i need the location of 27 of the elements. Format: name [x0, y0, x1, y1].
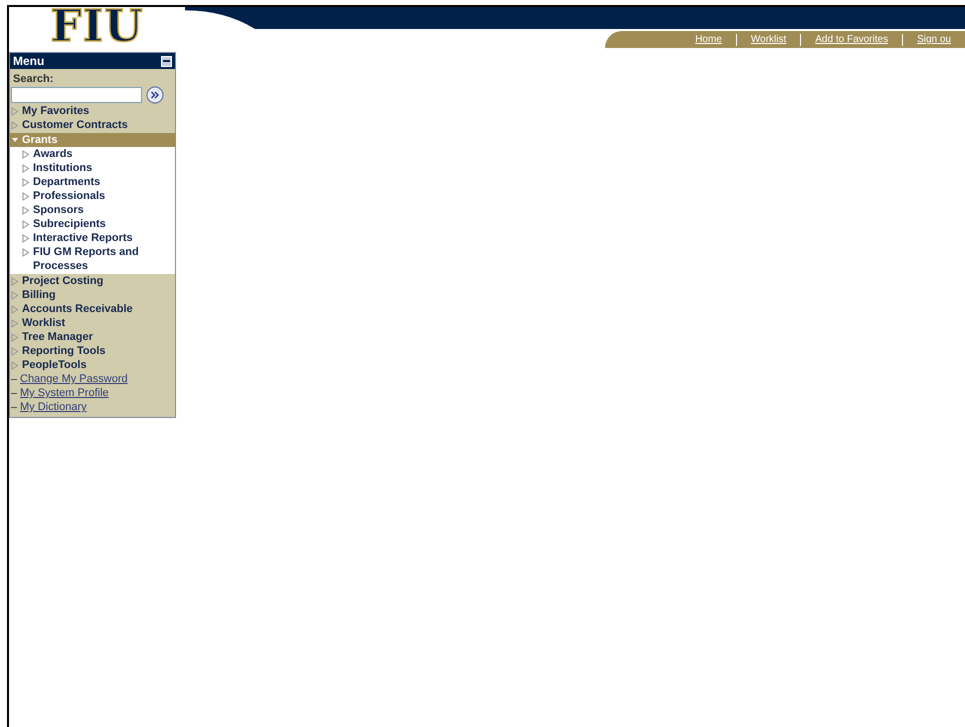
menu-link[interactable]: Change My Password	[20, 373, 128, 385]
collapse-button[interactable]	[161, 56, 172, 66]
menu-item[interactable]: Accounts Receivable	[10, 302, 175, 316]
menu-item[interactable]: Professionals	[10, 189, 175, 203]
menu-item[interactable]: Reporting Tools	[10, 344, 175, 358]
menu-item[interactable]: Tree Manager	[10, 330, 175, 344]
menu-item[interactable]: Awards	[10, 147, 175, 161]
menu-item[interactable]: Institutions	[10, 161, 175, 175]
expanded-icon	[11, 136, 19, 144]
menu-item[interactable]: Project Costing	[10, 274, 175, 288]
menu-item[interactable]: Worklist	[10, 316, 175, 330]
search-label: Search:	[12, 72, 54, 86]
menu-item[interactable]: Departments	[10, 175, 175, 189]
menu-link[interactable]: My Dictionary	[20, 401, 87, 413]
menu-title: Menu	[13, 54, 44, 68]
menu-item[interactable]: Billing	[10, 288, 175, 302]
go-icon[interactable]	[146, 86, 164, 104]
logo: FIU	[50, 7, 144, 51]
menu-item[interactable]: Interactive Reports	[10, 231, 175, 245]
menu-item[interactable]: My Favorites	[10, 104, 175, 118]
menu-item[interactable]: PeopleTools	[10, 358, 175, 372]
menu-item[interactable]: Subrecipients	[10, 217, 175, 231]
search-field[interactable]	[11, 87, 142, 103]
menu-link[interactable]: My System Profile	[20, 387, 109, 399]
menu-item[interactable]: FIU GM Reports and Processes	[10, 245, 175, 273]
menu-item[interactable]: Customer Contracts	[10, 118, 175, 132]
menu-item[interactable]: Sponsors	[10, 203, 175, 217]
